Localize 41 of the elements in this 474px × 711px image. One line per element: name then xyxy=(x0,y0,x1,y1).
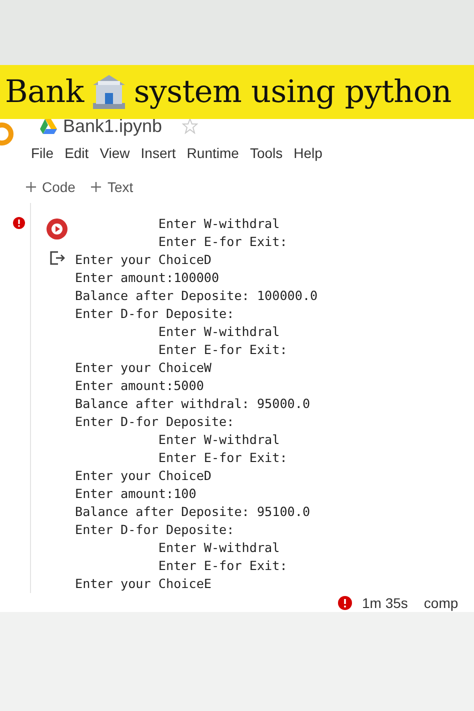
output-line: Enter your ChoiceD xyxy=(75,251,212,269)
bank-building-icon xyxy=(90,73,127,111)
status-text: comp xyxy=(424,595,458,611)
plus-icon xyxy=(91,182,102,192)
plus-icon xyxy=(26,182,36,192)
menu-item[interactable]: Insert xyxy=(140,145,176,161)
menu-item[interactable]: View xyxy=(100,145,130,161)
output-line: Enter your ChoiceE xyxy=(75,575,212,593)
output-icon xyxy=(49,250,65,266)
output-line: Enter your ChoiceD xyxy=(75,467,212,485)
output-line: Enter amount:5000 xyxy=(75,377,205,395)
output-line: Enter E-for Exit: xyxy=(157,341,288,359)
menu-item[interactable]: Edit xyxy=(64,145,89,161)
output-line: Enter D-for Deposite: xyxy=(75,305,236,323)
drive-icon xyxy=(40,119,57,134)
menu-item[interactable]: File xyxy=(31,145,54,161)
banner-title: system using python xyxy=(134,74,452,110)
output-line: Enter W-withdral xyxy=(157,323,281,341)
output-line: Enter amount:100 xyxy=(75,485,198,503)
output-line: Enter D-for Deposite: xyxy=(75,521,236,539)
output-line: Enter W-withdral xyxy=(157,539,281,557)
add-cell-button[interactable]: Code xyxy=(26,179,76,195)
menu-item[interactable]: Runtime xyxy=(186,145,239,161)
run-button-icon[interactable] xyxy=(46,218,68,240)
menu-item[interactable]: Tools xyxy=(250,145,283,161)
output-line: Enter amount:100000 xyxy=(75,269,220,287)
output-line: Enter E-for Exit: xyxy=(157,557,288,575)
execution-time: 1m 35s xyxy=(362,595,408,611)
output-line: Balance after withdral: 95000.0 xyxy=(75,395,312,413)
menu-item[interactable]: Help xyxy=(294,145,322,161)
output-line: Enter W-withdral xyxy=(157,215,281,233)
output-line: Balance after Deposite: 95100.0 xyxy=(75,503,312,521)
output-line: Enter E-for Exit: xyxy=(157,233,288,251)
banner-title: Bank xyxy=(5,74,84,110)
add-cell-button[interactable]: Text xyxy=(91,179,134,195)
output-line: Enter D-for Deposite: xyxy=(75,413,236,431)
star-icon[interactable] xyxy=(182,119,198,134)
output-line: Enter your ChoiceW xyxy=(75,359,212,377)
output-line: Enter W-withdral xyxy=(157,431,281,449)
output-line: Balance after Deposite: 100000.0 xyxy=(75,287,318,305)
output-line: Enter E-for Exit: xyxy=(157,449,288,467)
